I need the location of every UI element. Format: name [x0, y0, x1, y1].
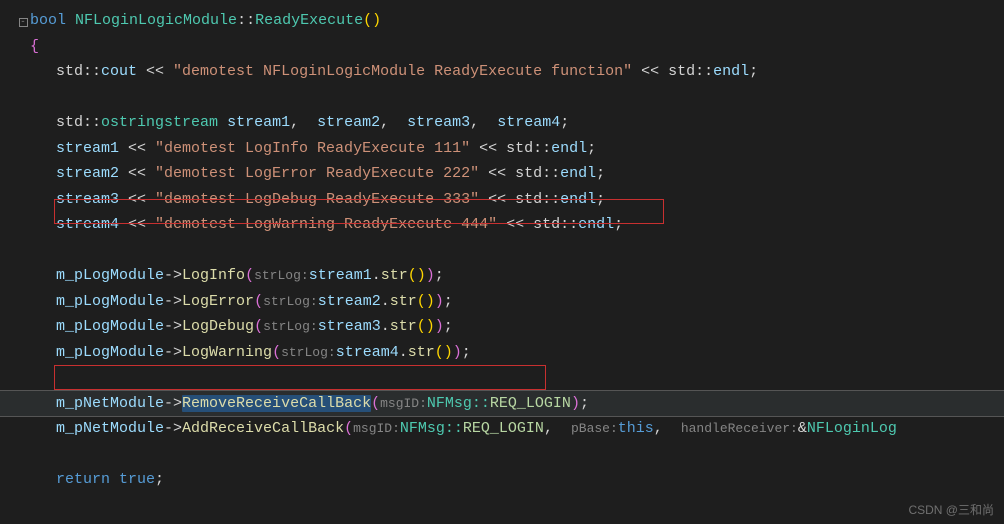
semicolon: ;	[749, 63, 758, 80]
param-hint: msgID:	[353, 421, 400, 436]
scope-op: ::	[237, 12, 255, 29]
function-name: ReadyExecute	[255, 12, 363, 29]
var: stream2	[317, 114, 380, 131]
var: stream3	[407, 114, 470, 131]
code-line[interactable]: stream4 << "demotest LogWarning ReadyExe…	[0, 212, 1004, 238]
param-hint: strLog:	[263, 319, 318, 334]
method: LogWarning	[182, 344, 272, 361]
param-hint: strLog:	[254, 268, 309, 283]
var: stream1	[227, 114, 290, 131]
code-line[interactable]: std::cout << "demotest NFLoginLogicModul…	[0, 59, 1004, 85]
method: LogInfo	[182, 267, 245, 284]
param-hint: strLog:	[263, 294, 318, 309]
fold-gutter[interactable]: -	[16, 8, 30, 34]
code-line-highlighted[interactable]: stream3 << "demotest LogDebug ReadyExecu…	[0, 187, 1004, 213]
ns: std::	[668, 63, 713, 80]
member: m_pLogModule	[56, 293, 164, 310]
method: LogDebug	[182, 318, 254, 335]
var: stream2	[56, 165, 119, 182]
keyword: this	[618, 420, 654, 437]
op: <<	[137, 63, 173, 80]
keyword: true	[119, 471, 155, 488]
var: stream4	[56, 216, 119, 233]
code-line-current[interactable]: m_pNetModule->RemoveReceiveCallBack(msgI…	[0, 391, 1004, 417]
code-line[interactable]: stream2 << "demotest LogError ReadyExecu…	[0, 161, 1004, 187]
ident: endl	[713, 63, 749, 80]
string-literal: "demotest NFLoginLogicModule ReadyExecut…	[173, 63, 632, 80]
member: m_pNetModule	[56, 420, 164, 437]
class-ref: NFLoginLog	[807, 420, 897, 437]
param-hint: pBase:	[571, 421, 618, 436]
code-line[interactable]: m_pLogModule->LogInfo(strLog:stream1.str…	[0, 263, 1004, 289]
code-line[interactable]: m_pNetModule->AddReceiveCallBack(msgID:N…	[0, 416, 1004, 442]
param-hint: handleReceiver:	[681, 421, 798, 436]
type: ostringstream	[101, 114, 218, 131]
var: stream1	[56, 140, 119, 157]
blank-line[interactable]	[0, 365, 1004, 391]
brace-open: {	[30, 38, 39, 55]
method-selected: RemoveReceiveCallBack	[182, 395, 371, 412]
code-line[interactable]: std::ostringstream stream1, stream2, str…	[0, 110, 1004, 136]
string-literal: "demotest LogDebug ReadyExecute 333"	[155, 191, 479, 208]
method: LogError	[182, 293, 254, 310]
ident: cout	[101, 63, 137, 80]
class-name: NFLoginLogicModule	[75, 12, 237, 29]
var: stream4	[497, 114, 560, 131]
string-literal: "demotest LogError ReadyExecute 222"	[155, 165, 479, 182]
blank-line[interactable]	[0, 442, 1004, 468]
code-line[interactable]: -bool NFLoginLogicModule::ReadyExecute()	[0, 8, 1004, 34]
string-literal: "demotest LogWarning ReadyExecute 444"	[155, 216, 497, 233]
code-line[interactable]: m_pLogModule->LogWarning(strLog:stream4.…	[0, 340, 1004, 366]
keyword: return	[56, 471, 110, 488]
string-literal: "demotest LogInfo ReadyExecute 111"	[155, 140, 470, 157]
member: m_pLogModule	[56, 267, 164, 284]
member: m_pLogModule	[56, 318, 164, 335]
method: AddReceiveCallBack	[182, 420, 344, 437]
blank-line[interactable]	[0, 238, 1004, 264]
member: m_pLogModule	[56, 344, 164, 361]
enum: REQ_LOGIN	[490, 395, 571, 412]
ns: std::	[56, 63, 101, 80]
enum: REQ_LOGIN	[463, 420, 544, 437]
code-line-highlighted[interactable]: m_pLogModule->LogDebug(strLog:stream3.st…	[0, 314, 1004, 340]
code-line[interactable]: return true;	[0, 467, 1004, 493]
code-editor[interactable]: -bool NFLoginLogicModule::ReadyExecute()…	[0, 0, 1004, 493]
watermark: CSDN @三和尚	[908, 501, 994, 518]
blank-line[interactable]	[0, 85, 1004, 111]
param-hint: msgID:	[380, 396, 427, 411]
param-hint: strLog:	[281, 345, 336, 360]
parens: ()	[363, 12, 381, 29]
op: <<	[632, 63, 668, 80]
code-line[interactable]: stream1 << "demotest LogInfo ReadyExecut…	[0, 136, 1004, 162]
fold-minus-icon[interactable]: -	[19, 18, 28, 27]
ns: std::	[56, 114, 101, 131]
code-line[interactable]: m_pLogModule->LogError(strLog:stream2.st…	[0, 289, 1004, 315]
var: stream3	[56, 191, 119, 208]
member: m_pNetModule	[56, 395, 164, 412]
code-line[interactable]: {	[0, 34, 1004, 60]
keyword: bool	[30, 12, 66, 29]
